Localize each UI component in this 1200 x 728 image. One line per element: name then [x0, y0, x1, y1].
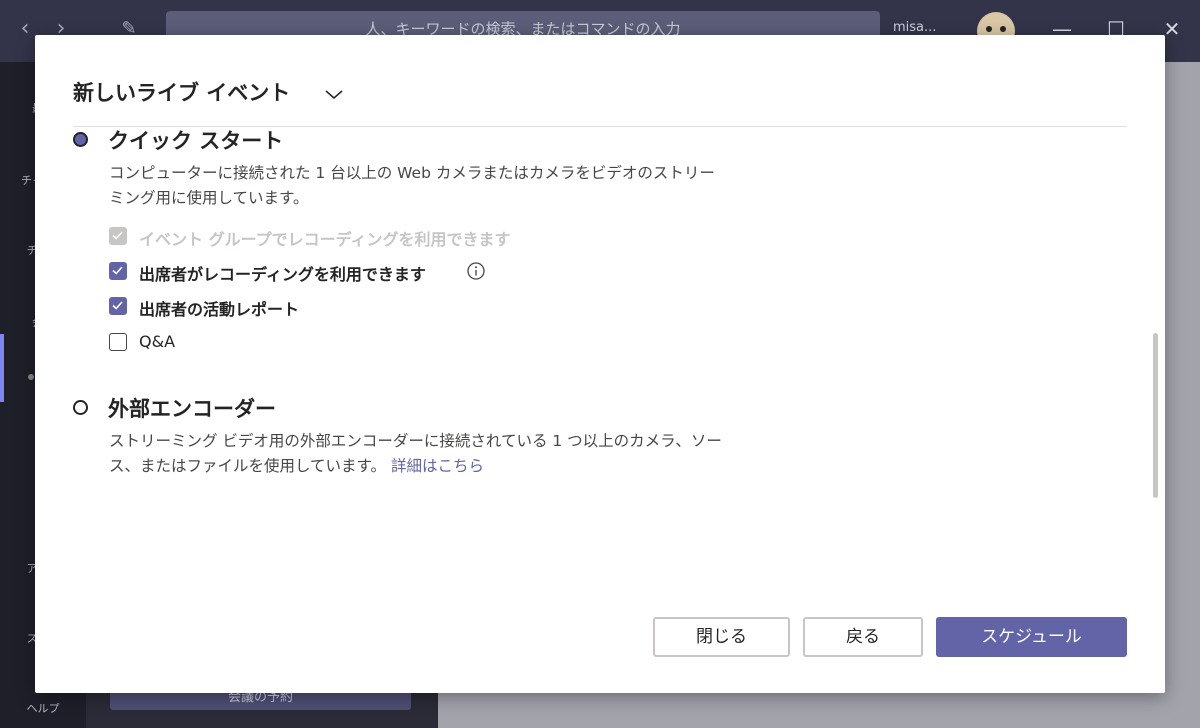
- back-button[interactable]: 戻る: [803, 617, 923, 657]
- quick-start-title: クイック スタート: [108, 129, 284, 153]
- more-dot-icon[interactable]: [28, 374, 34, 380]
- group-recording-checkbox: [109, 227, 127, 245]
- quick-start-radio[interactable]: [73, 132, 88, 147]
- schedule-meeting-button[interactable]: 会議の予約: [110, 690, 411, 710]
- dialog-title: 新しいライブ イベント: [73, 81, 291, 105]
- rail-active-indicator: [0, 334, 4, 402]
- info-icon[interactable]: [466, 261, 486, 281]
- external-encoder-description: ストリーミング ビデオ用の外部エンコーダーに接続されている 1 つ以上のカメラ、…: [109, 429, 729, 479]
- user-name[interactable]: misa...: [893, 20, 936, 35]
- new-live-event-dialog: 新しいライブ イベント クイック スタート コンピューターに接続された 1 台以…: [35, 35, 1165, 693]
- rail-item-help[interactable]: ヘルプ: [0, 700, 86, 716]
- activity-report-label: 出席者の活動レポート: [139, 300, 300, 319]
- quick-start-description: コンピューターに接続された 1 台以上の Web カメラまたはカメラをビデオのス…: [109, 164, 715, 207]
- external-encoder-title: 外部エンコーダー: [108, 397, 276, 421]
- schedule-button[interactable]: スケジュール: [936, 617, 1127, 657]
- group-recording-label: イベント グループでレコーディングを利用できます: [139, 230, 511, 249]
- activity-report-checkbox[interactable]: [109, 297, 127, 315]
- attendee-recording-checkbox[interactable]: [109, 262, 127, 280]
- learn-more-link[interactable]: 詳細はこちら: [391, 457, 484, 475]
- external-encoder-radio[interactable]: [73, 400, 88, 415]
- qa-checkbox[interactable]: [109, 333, 127, 351]
- chevron-down-icon[interactable]: [323, 83, 345, 105]
- scrollbar[interactable]: [1153, 333, 1158, 498]
- attendee-recording-label: 出席者がレコーディングを利用できます: [139, 265, 426, 284]
- close-button[interactable]: 閉じる: [653, 617, 790, 657]
- qa-label: Q&A: [139, 332, 176, 351]
